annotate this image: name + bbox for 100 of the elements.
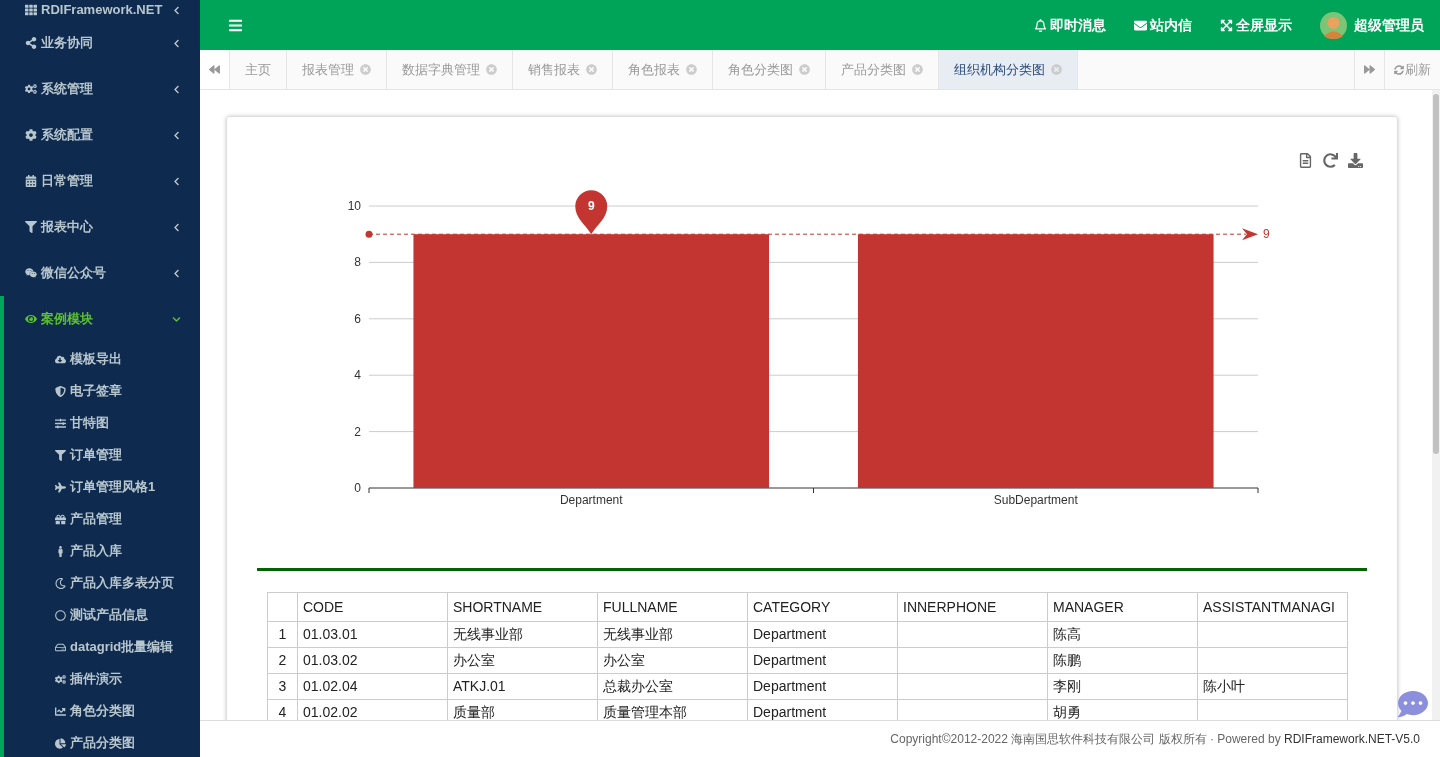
- chevron-left-icon: [172, 176, 181, 186]
- chat-icon[interactable]: [1398, 689, 1428, 719]
- download-icon[interactable]: [1348, 153, 1363, 168]
- copyright-text: Copyright©2012-2022 海南国思软件科技有限公司 版权所有 · Powered by RDIFramework.NET-V5.0: [890, 731, 1420, 748]
- filter-icon: [55, 449, 66, 461]
- sidebar-submenu-item[interactable]: 模板导出: [4, 343, 200, 375]
- refresh-icon: [1394, 64, 1404, 75]
- moon-icon: [55, 577, 66, 589]
- pie-chart-icon: [55, 737, 66, 749]
- gears-icon: [25, 83, 37, 95]
- cloud-download-icon: [55, 353, 66, 365]
- close-icon[interactable]: [586, 64, 597, 75]
- close-icon[interactable]: [360, 64, 371, 75]
- close-icon[interactable]: [799, 64, 810, 75]
- table-cell: 01.03.02: [297, 647, 448, 674]
- column-header: [267, 592, 298, 622]
- sidebar-menu-item[interactable]: 业务协同: [0, 20, 200, 66]
- eye-icon: [25, 313, 37, 325]
- table-cell: 李刚: [1047, 673, 1198, 700]
- column-header: FULLNAME: [597, 592, 748, 622]
- gift-icon: [55, 513, 66, 525]
- chevron-left-icon: [172, 38, 181, 48]
- column-header: CODE: [297, 592, 448, 622]
- close-icon[interactable]: [1051, 64, 1062, 75]
- close-icon[interactable]: [686, 64, 697, 75]
- data-view-icon[interactable]: [1298, 153, 1313, 168]
- y-tick-label: 6: [354, 311, 361, 326]
- table-cell: 办公室: [447, 647, 598, 674]
- average-label: 9: [1263, 227, 1270, 242]
- sidebar-submenu-item[interactable]: 产品分类图: [4, 727, 200, 757]
- menu-icon: [228, 17, 243, 33]
- sidebar-submenu-item[interactable]: 插件演示: [4, 663, 200, 695]
- sidebar-menu-item[interactable]: 系统配置: [0, 112, 200, 158]
- table-cell: 办公室: [597, 647, 748, 674]
- drive-icon: [55, 641, 66, 653]
- chevron-left-icon: [172, 5, 181, 15]
- line-chart-icon: [55, 705, 66, 717]
- sidebar-menu-item[interactable]: 报表中心: [0, 204, 200, 250]
- sidebar-submenu-item[interactable]: 订单管理: [4, 439, 200, 471]
- x-tick-label: SubDepartment: [993, 493, 1078, 507]
- table-cell: 无线事业部: [597, 621, 748, 648]
- y-tick-label: 10: [347, 199, 361, 213]
- sidebar-submenu-item[interactable]: datagrid批量编辑: [4, 631, 200, 663]
- marker-label: 9: [587, 199, 595, 214]
- y-tick-label: 2: [354, 424, 361, 439]
- sidebar-submenu-item[interactable]: 电子签章: [4, 375, 200, 407]
- y-tick-label: 0: [354, 481, 361, 495]
- avatar-icon: [1320, 11, 1347, 39]
- sidebar-submenu-item[interactable]: 测试产品信息: [4, 599, 200, 631]
- powered-by-link[interactable]: RDIFramework.NET-V5.0: [1283, 732, 1420, 746]
- scroll-left-button[interactable]: [200, 50, 230, 89]
- line-start-dot: [365, 230, 373, 238]
- plane-icon: [55, 481, 66, 493]
- sidebar-menu-item[interactable]: 微信公众号: [0, 250, 200, 296]
- table-cell: 陈鹏: [1047, 647, 1198, 674]
- chevron-left-icon: [172, 222, 181, 232]
- sidebar-submenu-item[interactable]: 产品入库多表分页: [4, 567, 200, 599]
- grid-icon: [25, 4, 37, 16]
- calendar-icon: [25, 175, 37, 187]
- row-number: 1: [267, 621, 298, 648]
- close-icon[interactable]: [486, 64, 497, 75]
- chevron-left-icon: [172, 84, 181, 94]
- table-cell: Department: [747, 621, 898, 648]
- scrollbar[interactable]: [1432, 90, 1440, 720]
- filter-icon: [25, 221, 37, 233]
- chevron-left-icon: [172, 130, 181, 140]
- double-left-icon: [209, 64, 220, 75]
- restore-icon[interactable]: [1323, 153, 1338, 168]
- sidebar-submenu-item[interactable]: 订单管理风格1: [4, 471, 200, 503]
- page-tab[interactable]: 组织机构分类图: [939, 50, 1078, 89]
- row-number: 2: [267, 647, 298, 674]
- column-header: SHORTNAME: [447, 592, 598, 622]
- gear-icon: [25, 129, 37, 141]
- y-tick-label: 8: [354, 255, 361, 270]
- sidebar-submenu-item[interactable]: 甘特图: [4, 407, 200, 439]
- sidebar-menu-item[interactable]: 日常管理: [0, 158, 200, 204]
- y-tick-label: 4: [354, 368, 361, 383]
- sidebar-menu-item[interactable]: 案例模块: [4, 296, 200, 342]
- column-header: CATEGORY: [747, 592, 898, 622]
- table-cell: 01.02.04: [297, 673, 448, 700]
- close-icon[interactable]: [912, 64, 923, 75]
- table-cell: 01.03.01: [297, 621, 448, 648]
- table-cell: Department: [747, 673, 898, 700]
- sidebar-menu-item[interactable]: 系统管理: [0, 66, 200, 112]
- table-cell: Department: [747, 647, 898, 674]
- wechat-icon: [25, 267, 37, 279]
- column-header: ASSISTANTMANAGI: [1197, 592, 1348, 622]
- row-number: 3: [267, 673, 298, 700]
- column-header: MANAGER: [1047, 592, 1198, 622]
- sidebar-menu-item[interactable]: RDIFramework.NET: [0, 0, 200, 20]
- bell-icon: [1034, 18, 1047, 32]
- table-cell: 陈小叶: [1197, 673, 1348, 700]
- figure-icon: [55, 545, 66, 557]
- x-tick-label: Department: [559, 493, 623, 507]
- sliders-icon: [55, 417, 66, 429]
- marker-pin: [575, 190, 608, 235]
- sidebar-submenu-item[interactable]: 角色分类图: [4, 695, 200, 727]
- sidebar-submenu-item[interactable]: 产品入库: [4, 535, 200, 567]
- sidebar-submenu-item[interactable]: 产品管理: [4, 503, 200, 535]
- arrowhead-icon: [1242, 228, 1258, 241]
